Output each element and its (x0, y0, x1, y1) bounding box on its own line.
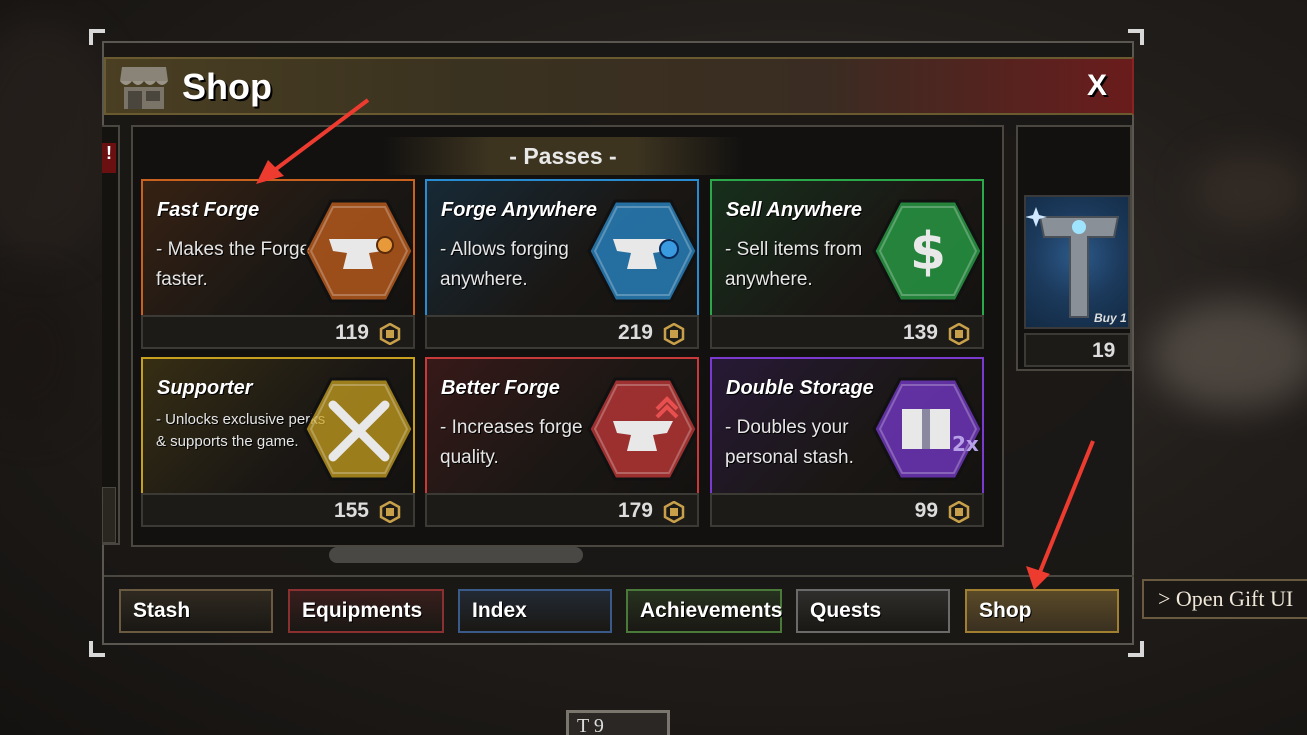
pass-name: Forge Anywhere (441, 199, 597, 221)
pass-card[interactable]: Sell Anywhere - Sell items from anywhere.… (710, 179, 984, 317)
pass-description: - Allows forging anywhere. (440, 239, 569, 290)
pass-card[interactable]: Forge Anywhere - Allows forging anywhere. (425, 179, 699, 317)
robux-coin-icon (948, 323, 970, 345)
pass-price: 139 (902, 321, 938, 344)
pass-name: Sell Anywhere (726, 199, 862, 221)
item-price-bar[interactable]: 19 (1024, 333, 1130, 367)
pass-price: 119 (335, 321, 369, 344)
section-title: - Passes - (383, 137, 743, 175)
storefront-icon (120, 67, 168, 109)
dollar-icon: $ (872, 199, 982, 303)
pass-price-bar[interactable]: 219 (425, 315, 699, 349)
item-card[interactable]: Buy 1 (1024, 195, 1130, 329)
shop-window: Shop X ! - Passes - Fast Forge - Makes th… (102, 41, 1134, 645)
pass-description: - Unlocks exclusive perks & supports the… (156, 411, 326, 450)
chest-2x-icon: 2x (872, 377, 982, 481)
pass-description: - Doubles your personal stash. (725, 417, 854, 468)
tab-equipments[interactable]: Equipments (288, 589, 444, 633)
pass-description: - Makes the Forge faster. (156, 239, 311, 290)
svg-text:$: $ (910, 222, 946, 282)
tab-achievements[interactable]: Achievements (626, 589, 782, 633)
pass-card[interactable]: Supporter - Unlocks exclusive perks & sup… (141, 357, 415, 495)
item-price: 19 (1092, 339, 1116, 362)
pass-price-bar[interactable]: 99 (710, 493, 984, 527)
window-title: Shop (182, 66, 272, 107)
pass-card[interactable]: Double Storage - Doubles your personal st… (710, 357, 984, 495)
left-panel-strip (102, 487, 116, 543)
anvil-globe-icon (587, 199, 697, 303)
pass-price-bar[interactable]: 139 (710, 315, 984, 349)
crossed-swords-icon (303, 377, 413, 481)
left-panel-edge: ! (102, 125, 120, 545)
robux-coin-icon (663, 323, 685, 345)
tab-index[interactable]: Index (458, 589, 612, 633)
pass-name: Double Storage (726, 377, 874, 399)
close-button[interactable]: X (1080, 69, 1114, 105)
tab-quests[interactable]: Quests (796, 589, 950, 633)
tab-shop[interactable]: Shop (965, 589, 1119, 633)
svg-text:2x: 2x (952, 432, 979, 456)
horizontal-scrollbar[interactable] (329, 547, 583, 563)
pass-price: 155 (333, 499, 369, 522)
pass-price: 179 (617, 499, 653, 522)
pass-name: Fast Forge (157, 199, 260, 221)
pass-description: - Increases forge quality. (440, 417, 583, 468)
pass-price-bar[interactable]: 179 (425, 493, 699, 527)
buy-quantity-badge: Buy 1 (1094, 311, 1127, 325)
pass-price-bar[interactable]: 155 (141, 493, 415, 527)
bottom-hud-slot[interactable]: T 9 (566, 710, 670, 735)
pass-name: Better Forge (441, 377, 560, 399)
anvil-clock-icon (303, 199, 413, 303)
item-panel: Buy 1 19 (1016, 125, 1132, 371)
alert-tag: ! (102, 143, 116, 173)
pass-description: - Sell items from anywhere. (725, 239, 863, 290)
tab-stash[interactable]: Stash (119, 589, 273, 633)
robux-coin-icon (663, 501, 685, 523)
bottom-tab-bar: Stash Equipments Index Achievements Ques… (104, 575, 1134, 643)
pass-price: 219 (617, 321, 653, 344)
pass-card[interactable]: Fast Forge - Makes the Forge faster. (141, 179, 415, 317)
shop-titlebar: Shop X (104, 57, 1134, 115)
robux-coin-icon (948, 501, 970, 523)
anvil-up-icon (587, 377, 697, 481)
pass-price-bar[interactable]: 119 (141, 315, 415, 349)
passes-panel: - Passes - Fast Forge - Makes the Forge f… (131, 125, 1004, 563)
pass-card[interactable]: Better Forge - Increases forge quality. (425, 357, 699, 495)
robux-coin-icon (379, 323, 401, 345)
open-gift-button[interactable]: > Open Gift UI (1142, 579, 1307, 619)
pass-name: Supporter (157, 377, 253, 399)
robux-coin-icon (379, 501, 401, 523)
pass-price: 99 (914, 499, 938, 522)
hud-label: T 9 (577, 715, 604, 735)
